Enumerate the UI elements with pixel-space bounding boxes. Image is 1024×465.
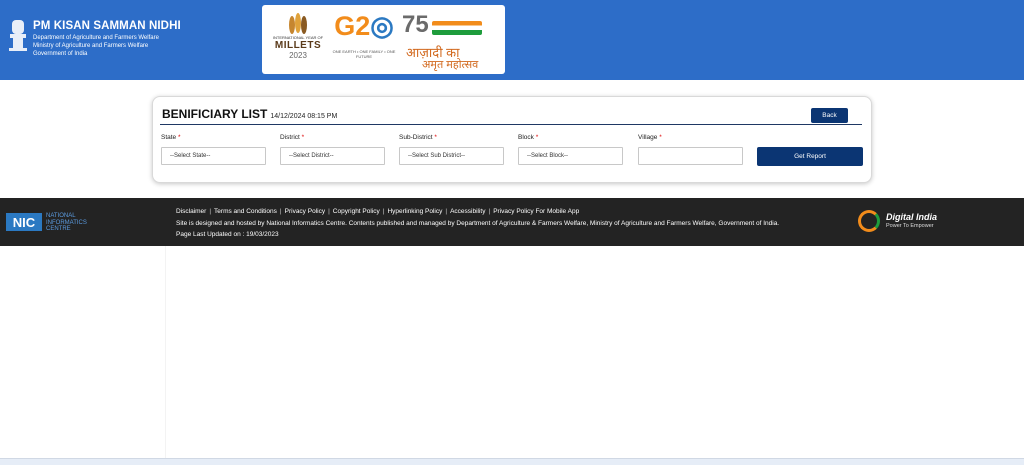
nic-logo: NIC NATIONAL INFORMATICS CENTRE (6, 211, 106, 233)
block-select[interactable]: --Select Block-- (518, 147, 623, 165)
g20-mark: G2◎ (334, 11, 394, 41)
site-title: PM KISAN SAMMAN NIDHI (33, 20, 181, 32)
ministry-line: Ministry of Agriculture and Farmers Welf… (33, 43, 149, 49)
beneficiary-list-card: BENIFICIARY LIST 14/12/2024 08:15 PM Back… (152, 96, 872, 183)
hyperlinking-policy-link[interactable]: Hyperlinking Policy (387, 208, 442, 215)
mobile-privacy-policy-link[interactable]: Privacy Policy For Mobile App (493, 208, 579, 215)
national-emblem-icon (9, 20, 27, 51)
terms-link[interactable]: Terms and Conditions (214, 208, 277, 215)
department-line: Department of Agriculture and Farmers We… (33, 35, 159, 41)
tricolour-icon (432, 21, 482, 35)
copyright-policy-link[interactable]: Copyright Policy (333, 208, 380, 215)
site-header: PM KISAN SAMMAN NIDHI Department of Agri… (0, 0, 1024, 80)
g20-logo: G2◎ ONE EARTH • ONE FAMILY • ONE FUTURE (330, 11, 398, 71)
last-updated: Page Last Updated on : 19/03/2023 (176, 231, 279, 238)
azadi-ka-amrit-mahotsav-logo: 75 आज़ादी का अमृत महोत्सव (402, 11, 502, 71)
village-select[interactable] (638, 147, 743, 165)
hosting-statement: Site is designed and hosted by National … (176, 220, 780, 227)
millets-icon (289, 13, 307, 34)
state-select[interactable]: --Select State-- (161, 147, 266, 165)
digital-india-logo: Digital India Power To Empower (858, 208, 948, 234)
village-label: Village * (638, 134, 662, 141)
district-select[interactable]: --Select District-- (280, 147, 385, 165)
disclaimer-link[interactable]: Disclaimer (176, 208, 206, 215)
partner-logos-panel: INTERNATIONAL YEAR OF MILLETS 2023 G2◎ O… (262, 5, 505, 74)
digital-india-icon (858, 210, 880, 232)
footer-links: Disclaimer | Terms and Conditions | Privacy … (176, 208, 580, 215)
timestamp: 14/12/2024 08:15 PM (270, 113, 338, 120)
back-button[interactable]: Back (811, 108, 848, 123)
government-line: Government of India (33, 51, 88, 57)
nic-icon: NIC (6, 213, 42, 231)
district-label: District * (280, 134, 305, 141)
site-footer: NIC NATIONAL INFORMATICS CENTRE Disclaim… (0, 198, 1024, 246)
state-label: State * (161, 134, 181, 141)
millets-logo: INTERNATIONAL YEAR OF MILLETS 2023 (270, 13, 326, 71)
sub-district-label: Sub-District * (399, 134, 437, 141)
accessibility-link[interactable]: Accessibility (450, 208, 485, 215)
privacy-policy-link[interactable]: Privacy Policy (285, 208, 325, 215)
get-report-button[interactable]: Get Report (757, 147, 863, 166)
column-divider (165, 246, 166, 464)
page-title: BENIFICIARY LIST 14/12/2024 08:15 PM (162, 107, 338, 121)
brand-block: PM KISAN SAMMAN NIDHI Department of Agri… (33, 20, 181, 58)
title-divider (160, 124, 862, 125)
sub-district-select[interactable]: --Select Sub District-- (399, 147, 504, 165)
block-label: Block * (518, 134, 539, 141)
